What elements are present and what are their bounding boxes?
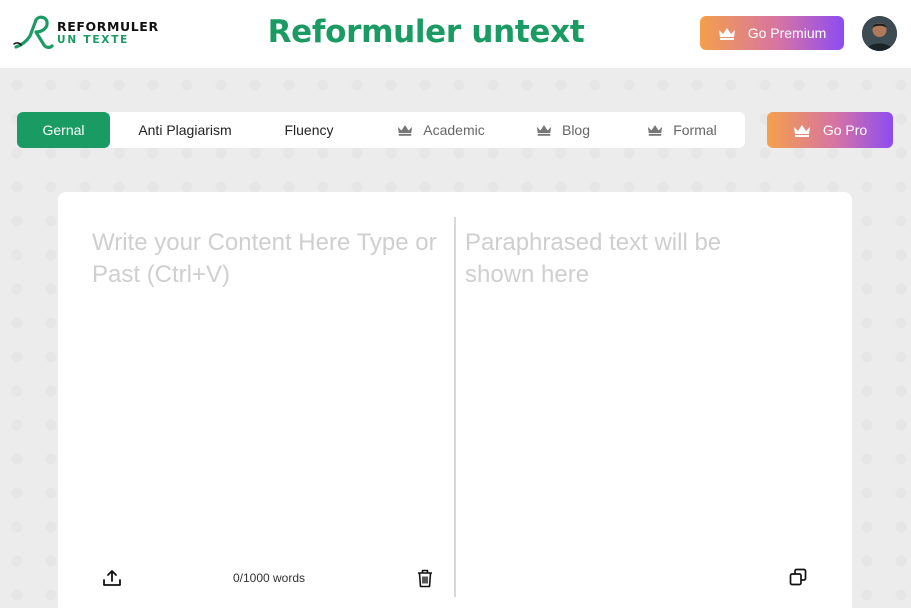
copy-button[interactable] (785, 564, 811, 590)
tab-fluency[interactable]: Fluency (260, 112, 358, 148)
tab-anti-plagiarism[interactable]: Anti Plagiarism (110, 112, 260, 148)
go-premium-label: Go Premium (747, 25, 827, 41)
logo-mark-icon (13, 15, 54, 49)
tab-label: Fluency (284, 122, 334, 138)
site-logo[interactable]: REFORMULER UN TEXTE (12, 14, 159, 52)
crown-icon (536, 125, 552, 136)
crown-icon (793, 124, 810, 137)
content-input[interactable] (92, 227, 442, 527)
tab-blog[interactable]: Blog (523, 112, 603, 148)
tab-academic[interactable]: Academic (373, 112, 509, 148)
user-photo-icon (862, 16, 897, 51)
tab-label: Blog (561, 122, 591, 138)
crown-icon (648, 125, 663, 136)
output-area: Paraphrased text will be shown here (465, 229, 722, 288)
upload-icon (103, 570, 121, 586)
tab-label: Formal (673, 122, 717, 138)
tab-label: Academic (423, 122, 485, 138)
tab-gernal[interactable]: Gernal (17, 112, 110, 148)
crown-icon (398, 125, 413, 136)
tab-formal[interactable]: Formal (633, 112, 731, 148)
paraphrase-editor: Paraphrased text will be shown here 0/10… (58, 192, 852, 608)
upload-button[interactable] (99, 565, 125, 591)
word-counter: 0/1000 words (232, 571, 306, 585)
logo-text-secondary: UN TEXTE (57, 34, 130, 46)
crown-icon (718, 27, 735, 40)
top-header: REFORMULER UN TEXTE Reformuler untext Go… (0, 0, 911, 68)
copy-icon (789, 568, 807, 586)
go-premium-button[interactable]: Go Premium (700, 16, 844, 50)
trash-icon (418, 569, 432, 587)
go-pro-label: Go Pro (822, 122, 868, 138)
logo-text-primary: REFORMULER (57, 19, 159, 34)
go-pro-button[interactable]: Go Pro (767, 112, 893, 148)
tab-label: Gernal (42, 122, 85, 138)
user-avatar[interactable] (862, 16, 897, 51)
pane-divider (454, 217, 456, 597)
delete-button[interactable] (412, 565, 438, 591)
page-title: Reformuler untext (267, 14, 585, 50)
tab-label: Anti Plagiarism (138, 122, 232, 138)
mode-tabs: Gernal Anti Plagiarism Fluency Academic … (17, 112, 745, 148)
